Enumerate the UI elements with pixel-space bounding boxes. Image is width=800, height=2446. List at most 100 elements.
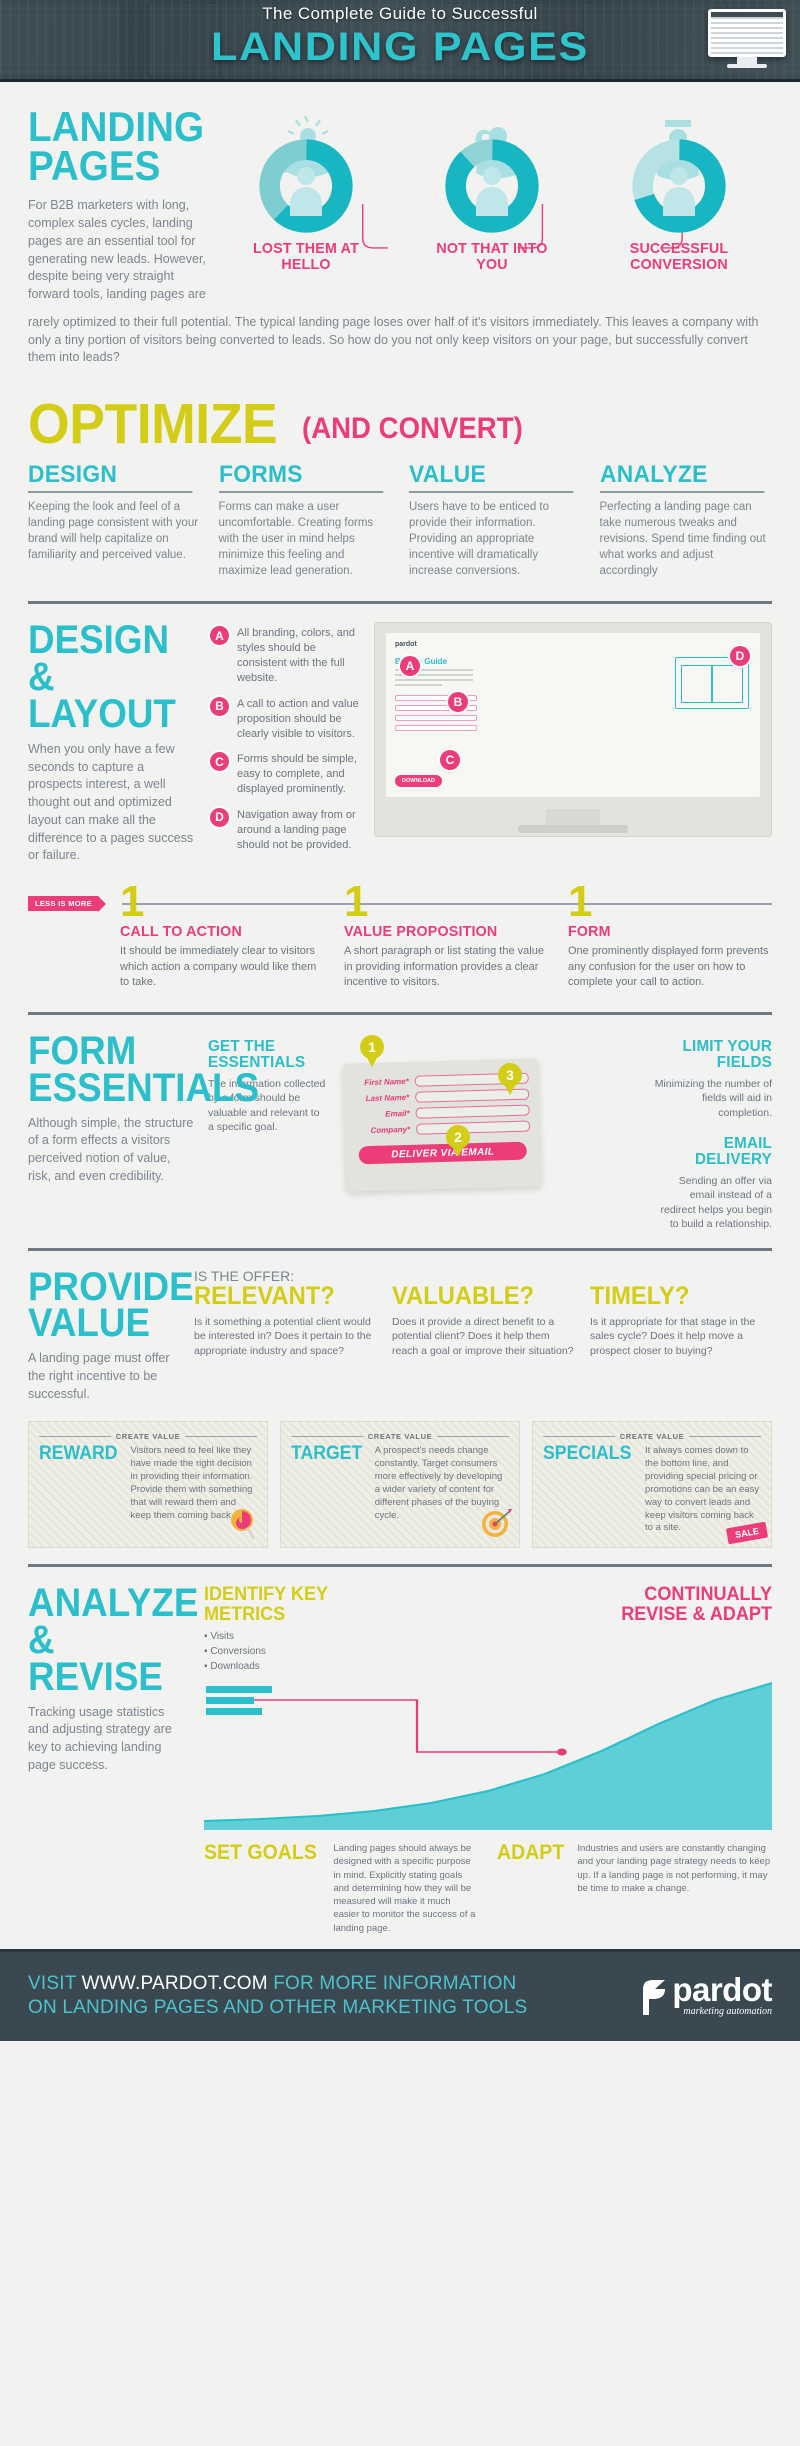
growth-area-chart — [203, 1680, 773, 1830]
goal-adapt: ADAPT Industries and users are constantl… — [497, 1842, 772, 1935]
form-row: Email* — [354, 1104, 530, 1121]
optimize-column-forms: FORMS Forms can make a user uncomfortabl… — [218, 463, 392, 579]
field-label-email: Email* — [385, 1108, 410, 1119]
callout-text: Minimizing the number of fields will aid… — [654, 1077, 772, 1119]
offer-text: Does it provide a direct benefit to a po… — [392, 1315, 574, 1357]
optimize-column-value: VALUE Users have to be enticed to provid… — [409, 463, 582, 579]
value-card-target: CREATE VALUE TARGET A prospect's needs c… — [280, 1421, 520, 1549]
footer-line2: ON LANDING PAGES AND OTHER MARKETING TOO… — [28, 1997, 528, 2019]
footer-line1-post: FOR MORE INFORMATION — [267, 1973, 517, 1994]
field-input-company[interactable] — [415, 1120, 531, 1135]
sale-tag-label: SALE — [725, 1521, 769, 1545]
metric-bars — [206, 1685, 276, 1715]
chart-svg — [203, 1682, 773, 1830]
field-label-first-name: First Name* — [364, 1076, 409, 1088]
section-design-layout: DESIGN & LAYOUT When you only have a few… — [0, 604, 800, 871]
one-number: 1 — [120, 877, 145, 927]
section-provide-value: PROVIDE VALUE A landing page must offer … — [0, 1251, 800, 1565]
one-text: A short paragraph or list stating the va… — [344, 945, 544, 988]
badge-letter-a: A — [210, 626, 229, 646]
column-text: Perfecting a landing page can take numer… — [599, 501, 766, 577]
goal-title: SET GOALS — [204, 1840, 317, 1864]
header-banner: The Complete Guide to Successful LANDING… — [0, 0, 800, 82]
donut-label: SUCCESSFUL CONVERSION — [629, 240, 729, 273]
desktop-monitor-icon — [708, 9, 786, 68]
donut-label: LOST THEM AT HELLO — [253, 240, 360, 273]
lollipop-icon — [231, 1509, 255, 1540]
donut-row: LOST THEM AT HELLO NOT THAT INTO YOU SUC… — [213, 108, 772, 273]
column-title: DESIGN — [28, 463, 192, 494]
design-text: When you only have a few seconds to capt… — [28, 741, 194, 863]
offer-text: Is it appropriate for that stage in the … — [590, 1315, 756, 1357]
value-cards: CREATE VALUE REWARD Visitors need to fee… — [28, 1421, 772, 1549]
card-title: SPECIALS — [543, 1443, 632, 1465]
person-silhouette-seated-icon — [662, 167, 695, 216]
one-text: It should be immediately clear to visito… — [120, 945, 317, 988]
metrics-list: Visits Conversions Downloads — [204, 1629, 354, 1674]
badge-letter-b: B — [210, 696, 229, 716]
form-row: Company* — [354, 1120, 531, 1137]
offer-valuable: . VALUABLE? Does it provide a direct ben… — [392, 1269, 574, 1404]
value-card-specials: CREATE VALUE SPECIALS It always comes do… — [532, 1421, 772, 1549]
metric-item: Downloads — [204, 1659, 354, 1674]
donut-item: SUCCESSFUL CONVERSION — [616, 120, 742, 273]
section-form-essentials: FORM ESSENTIALS Although simple, the str… — [0, 1015, 800, 1248]
offer-question: VALUABLE? — [392, 1281, 535, 1310]
card-text: It always comes down to the bottom line,… — [645, 1445, 760, 1534]
section-analyze-revise: ANALYZE & REVISE Tracking usage statisti… — [0, 1567, 800, 1949]
pardot-mark-icon — [643, 1980, 666, 2016]
callout-email-delivery: EMAIL DELIVERY Sending an offer via emai… — [654, 1136, 773, 1232]
forms-text: Although simple, the structure of a form… — [28, 1115, 194, 1183]
column-title: VALUE — [409, 463, 573, 494]
point-text: Navigation away from or around a landing… — [237, 808, 356, 851]
goal-set-goals: SET GOALS Landing pages should always be… — [204, 1842, 479, 1935]
mockup-stand — [546, 809, 600, 826]
mockup-base — [518, 825, 628, 834]
logo-wordmark: pardot — [672, 1971, 772, 2009]
form-mockup: First Name* Last Name* Email* Company* D… — [338, 1033, 642, 1232]
footer-url[interactable]: WWW.PARDOT.COM — [82, 1973, 268, 1994]
footer-visit-label: VISIT — [28, 1973, 82, 1994]
mockup-download-button[interactable]: DOWNLOAD — [395, 775, 442, 788]
value-title: PROVIDE VALUE — [28, 1264, 194, 1346]
optimize-column-design: DESIGN Keeping the look and feel of a la… — [28, 463, 201, 579]
point-text: Forms should be simple, easy to complete… — [237, 753, 357, 796]
field-input-email[interactable] — [415, 1104, 530, 1119]
intro-paragraph-wide: rarely optimized to their full potential… — [28, 314, 759, 365]
design-title: DESIGN & LAYOUT — [28, 618, 176, 737]
card-title: REWARD — [39, 1443, 118, 1465]
offer-timely: . TIMELY? Is it appropriate for that sta… — [590, 1269, 772, 1404]
forms-title: FORM ESSENTIALS — [28, 1029, 260, 1110]
metric-item: Visits — [204, 1629, 354, 1644]
one-number: 1 — [568, 877, 593, 927]
callout-get-the-essentials: GET THE ESSENTIALS The information colle… — [208, 1033, 326, 1232]
badge-letter-c: C — [210, 752, 229, 772]
one-title: FORM — [568, 923, 611, 941]
column-text: Keeping the look and feel of a landing p… — [28, 501, 199, 561]
offer-kicker: IS THE OFFER: — [194, 1267, 295, 1284]
column-text: Users have to be enticed to provide thei… — [409, 501, 549, 577]
field-label-company: Company* — [370, 1124, 411, 1135]
one-item-call-to-action: 1 CALL TO ACTION It should be immediatel… — [120, 879, 324, 990]
list-item: D Navigation away from or around a landi… — [210, 807, 360, 853]
intro-title: LANDING PAGES — [28, 103, 205, 189]
value-text: A landing page must offer the right ince… — [28, 1351, 170, 1401]
goal-text: Landing pages should always be designed … — [333, 1842, 476, 1934]
donut-item: NOT THAT INTO YOU — [429, 127, 555, 273]
deliver-via-email-button[interactable]: DELIVER VIA EMAIL — [358, 1141, 528, 1165]
less-is-more-badge: LESS IS MORE — [28, 896, 106, 913]
header-subtitle: The Complete Guide to Successful — [262, 4, 538, 23]
one-text: One prominently displayed form prevents … — [568, 945, 769, 988]
field-label-last-name: Last Name* — [365, 1092, 410, 1104]
marker-2: 2 — [446, 1125, 470, 1157]
one-item-form: 1 FORM One prominently displayed form pr… — [568, 879, 772, 990]
card-title: TARGET — [291, 1443, 363, 1465]
list-item: A All branding, colors, and styles shoul… — [210, 626, 360, 685]
card-kicker: CREATE VALUE — [619, 1432, 685, 1442]
donut-item: LOST THEM AT HELLO — [243, 116, 369, 273]
metrics-title: IDENTIFY KEY METRICS — [204, 1584, 328, 1625]
list-item: B A call to action and value proposition… — [210, 696, 360, 742]
footer-bar: VISIT WWW.PARDOT.COM FOR MORE INFORMATIO… — [0, 1949, 800, 2041]
person-silhouette-seated-icon — [290, 167, 323, 216]
sale-tag-icon: SALE — [725, 1521, 769, 1545]
